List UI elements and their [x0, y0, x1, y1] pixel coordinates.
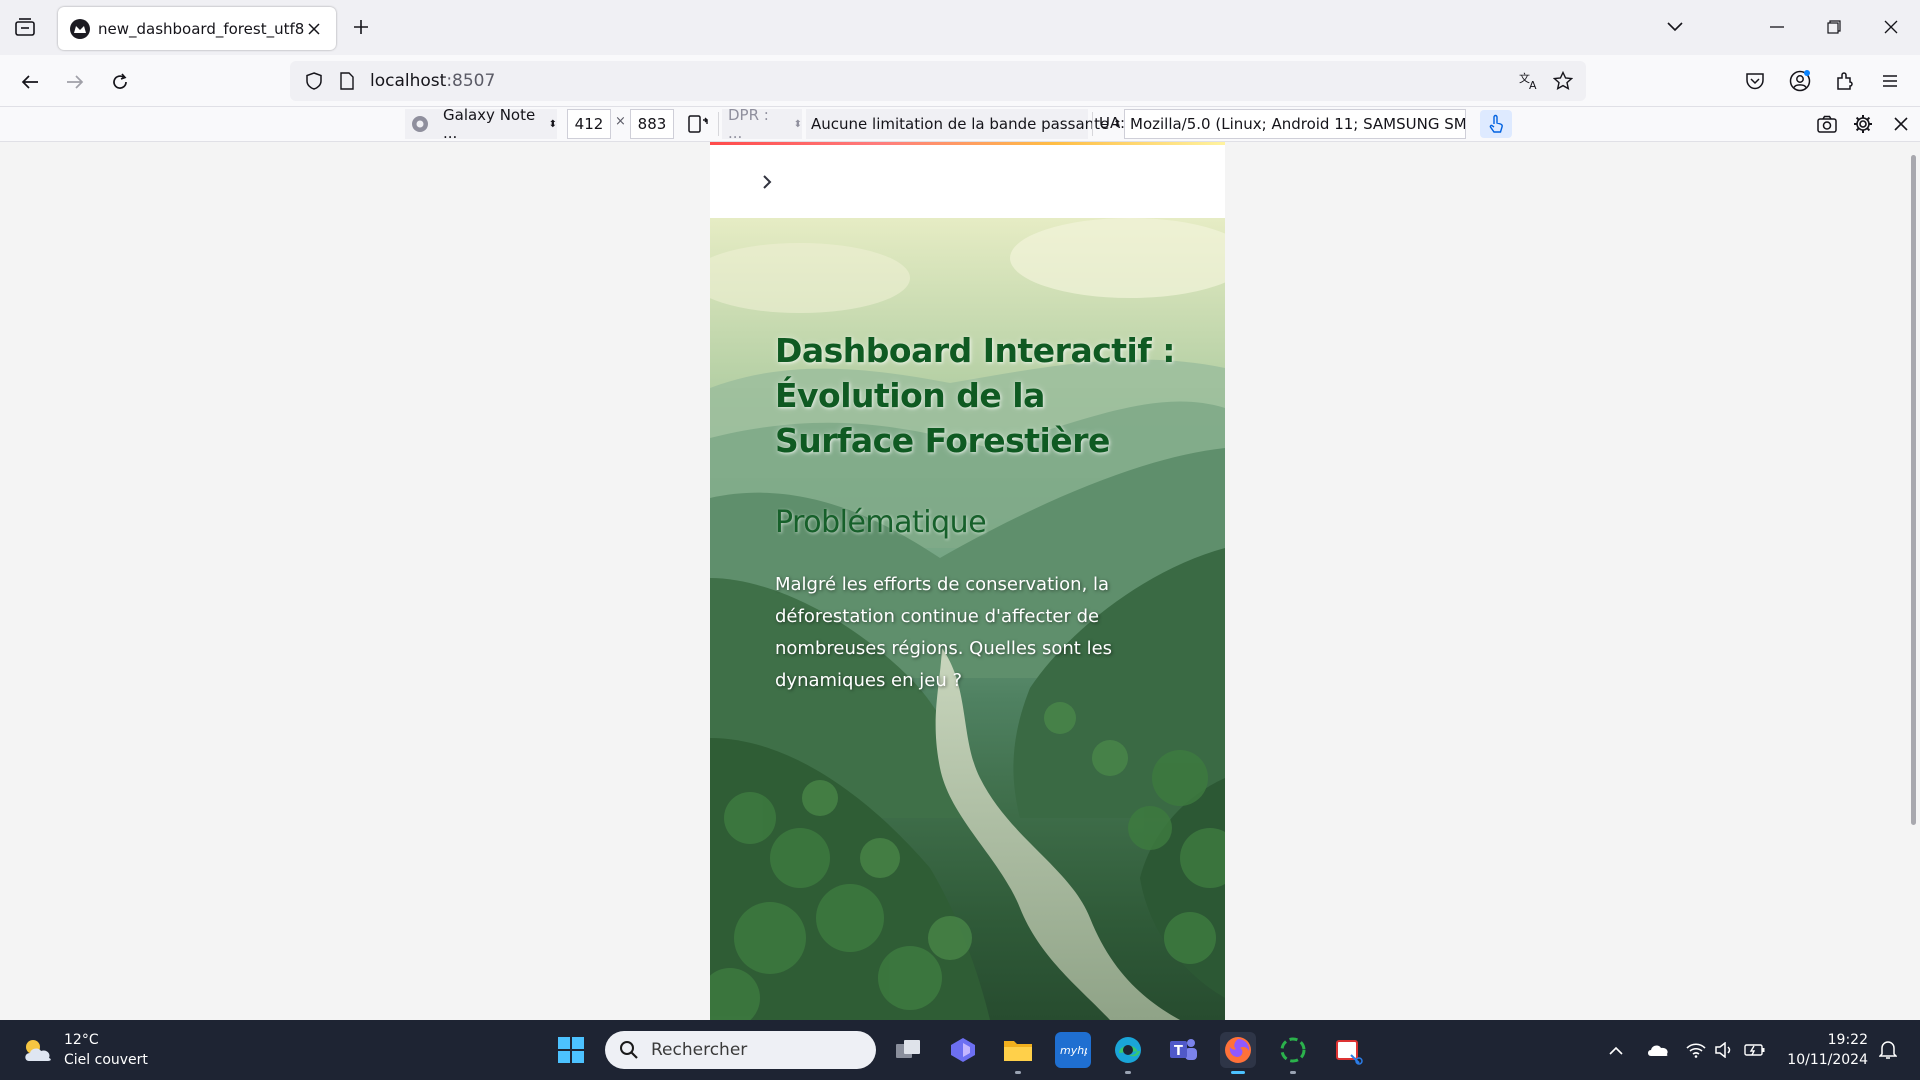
search-placeholder: Rechercher — [651, 1040, 748, 1060]
app-header — [710, 145, 1225, 218]
shield-icon[interactable] — [296, 63, 332, 99]
dpr-selector[interactable]: DPR : ... ⬍ — [722, 106, 802, 142]
url-text[interactable]: localhost:8507 — [370, 71, 495, 91]
url-bar[interactable]: localhost:8507 文A — [290, 61, 1586, 101]
clock-date: 10/11/2024 — [1787, 1052, 1868, 1068]
device-selector[interactable]: Galaxy Note ... ⬍ — [405, 106, 557, 142]
close-tab-icon[interactable] — [304, 19, 324, 39]
close-window-icon[interactable] — [1878, 14, 1904, 40]
expand-sidebar-chevron-icon[interactable] — [754, 169, 780, 195]
dpr-label: DPR : ... — [728, 106, 769, 142]
copilot-icon[interactable] — [945, 1032, 981, 1068]
viewport-width-input[interactable]: 412 — [567, 109, 611, 139]
mobile-viewport: Dashboard Interactif : Évolution de la S… — [710, 142, 1225, 1020]
dpr-dropdown-icon: ⬍ — [793, 118, 802, 130]
weather-temperature: 12°C — [64, 1032, 99, 1048]
teams-icon[interactable]: T — [1165, 1032, 1201, 1068]
section-body: Malgré les efforts de conservation, la d… — [775, 574, 1113, 691]
hero-content: Dashboard Interactif : Évolution de la S… — [775, 328, 1175, 697]
minimize-icon[interactable] — [1764, 14, 1790, 40]
running-indicator — [1015, 1071, 1021, 1074]
show-hidden-icons-chevron-icon[interactable] — [1604, 1038, 1628, 1062]
myhp-icon[interactable]: myhp — [1055, 1032, 1091, 1068]
back-icon[interactable] — [16, 68, 44, 96]
active-tab[interactable]: new_dashboard_forest_utf8 — [58, 7, 336, 50]
edge-browser-icon[interactable] — [1110, 1032, 1146, 1068]
running-indicator — [1125, 1071, 1131, 1074]
file-explorer-icon[interactable] — [1000, 1032, 1036, 1068]
system-clock[interactable]: 19:22 10/11/2024 — [1778, 1030, 1868, 1070]
reload-icon[interactable] — [106, 68, 134, 96]
svg-text:A: A — [1529, 79, 1537, 91]
close-rdm-icon[interactable] — [1887, 110, 1915, 138]
notifications-bell-icon[interactable] — [1876, 1038, 1900, 1062]
task-view-icon[interactable] — [890, 1032, 926, 1068]
device-dropdown-icon: ⬍ — [548, 118, 557, 130]
loading-circle-icon[interactable] — [1275, 1032, 1311, 1068]
page-icon[interactable] — [332, 63, 362, 99]
url-port: :8507 — [446, 71, 496, 91]
rotate-viewport-icon[interactable] — [683, 110, 713, 138]
hero-background: Dashboard Interactif : Évolution de la S… — [710, 218, 1225, 1020]
bookmark-star-icon[interactable] — [1546, 64, 1580, 98]
weather-condition: Ciel couvert — [64, 1052, 148, 1068]
active-app-indicator — [1231, 1071, 1245, 1074]
wifi-icon[interactable] — [1684, 1038, 1708, 1062]
device-browser-icon — [411, 114, 429, 134]
forward-icon[interactable] — [61, 68, 89, 96]
app-favicon-icon — [70, 18, 90, 39]
menu-icon[interactable] — [1875, 66, 1905, 96]
start-windows-icon[interactable] — [553, 1032, 589, 1068]
page-scrollbar[interactable] — [1911, 155, 1916, 825]
touch-simulation-icon[interactable] — [1480, 110, 1512, 138]
svg-text:myhp: myhp — [1060, 1044, 1087, 1057]
toolbar-divider — [1092, 112, 1093, 136]
screenshot-icon[interactable] — [1812, 110, 1842, 138]
firefox-icon[interactable] — [1220, 1032, 1256, 1068]
ua-label: UA: — [1099, 114, 1126, 132]
onedrive-cloud-icon[interactable] — [1644, 1038, 1672, 1062]
tab-list-icon[interactable] — [12, 14, 38, 40]
new-tab-icon[interactable] — [348, 14, 374, 40]
weather-widget[interactable]: 12°C Ciel couvert — [20, 1030, 148, 1070]
restore-icon[interactable] — [1821, 14, 1847, 40]
settings-gear-icon[interactable] — [1848, 110, 1878, 138]
clock-time: 19:22 — [1827, 1032, 1868, 1048]
page-title: Dashboard Interactif : Évolution de la S… — [775, 331, 1175, 460]
list-all-tabs-icon[interactable] — [1662, 14, 1688, 40]
extensions-icon[interactable] — [1830, 66, 1860, 96]
pocket-icon[interactable] — [1740, 66, 1770, 96]
viewport-height-input[interactable]: 883 — [630, 109, 674, 139]
toolbar-divider — [718, 112, 719, 136]
snipping-tool-icon[interactable] — [1330, 1032, 1366, 1068]
cloudy-weather-icon — [20, 1032, 56, 1068]
translate-icon[interactable]: 文A — [1512, 64, 1546, 98]
battery-charging-icon[interactable] — [1742, 1038, 1768, 1062]
tab-title: new_dashboard_forest_utf8 — [98, 19, 304, 38]
throttling-selector[interactable]: Aucune limitation de la bande passante ⬍ — [806, 109, 1122, 139]
dimension-separator: × — [615, 114, 626, 129]
svg-text:T: T — [1174, 1044, 1183, 1059]
account-icon[interactable] — [1785, 66, 1815, 96]
throttling-label: Aucune limitation de la bande passante — [811, 115, 1110, 133]
user-agent-input[interactable]: Mozilla/5.0 (Linux; Android 11; SAMSUNG … — [1124, 109, 1466, 139]
device-name: Galaxy Note ... — [443, 106, 536, 142]
url-host: localhost — [370, 71, 447, 91]
search-icon — [620, 1041, 638, 1059]
taskbar-search[interactable]: Rechercher — [605, 1031, 876, 1069]
section-heading: Problématique — [775, 505, 987, 540]
running-indicator — [1290, 1071, 1296, 1074]
volume-icon[interactable] — [1712, 1038, 1736, 1062]
